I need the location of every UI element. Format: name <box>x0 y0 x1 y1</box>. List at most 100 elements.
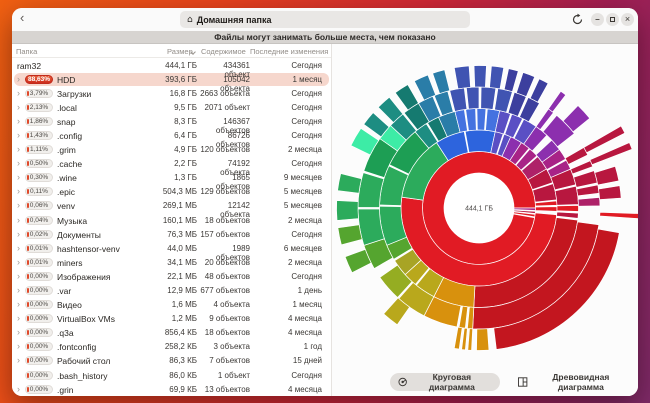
table-row[interactable]: ›0,00%Рабочий стол86,3 КБ7 объектов15 дн… <box>12 354 331 368</box>
chart-segment[interactable] <box>599 186 622 200</box>
chart-segment[interactable] <box>474 66 486 88</box>
chart-segment[interactable] <box>465 130 495 153</box>
chart-segment[interactable] <box>516 72 534 96</box>
table-row[interactable]: ›0,00%Видео1,6 МБ4 объекта1 месяц <box>12 298 331 312</box>
table-row[interactable]: ›0,30%.wine1,3 ГБ1865 объектов9 месяцев <box>12 171 331 185</box>
chart-segment[interactable] <box>466 87 479 109</box>
chart-segment[interactable] <box>433 70 450 94</box>
chart-segment[interactable] <box>414 75 435 100</box>
table-row[interactable]: ›0,00%VirtualBox VMs1,2 МБ9 объектов4 ме… <box>12 312 331 326</box>
rings-chart-button[interactable]: Круговая диаграмма <box>390 373 500 391</box>
row-expander-icon[interactable]: › <box>17 172 20 183</box>
table-row[interactable]: ›0,50%.cache2,2 ГБ74192 объектаСегодня <box>12 157 331 171</box>
location-button[interactable]: ⌂ Домашняя папка <box>180 11 470 28</box>
chart-segment[interactable] <box>595 166 619 185</box>
row-expander-icon[interactable]: › <box>17 384 20 395</box>
table-row[interactable]: ›0,11%.epic504,3 МБ129 объектов5 месяцев <box>12 185 331 199</box>
table-row[interactable]: ›0,06%venv269,1 МБ12142 объекта5 месяцев <box>12 199 331 213</box>
row-expander-icon[interactable]: › <box>17 144 20 155</box>
chart-segment[interactable] <box>504 69 518 92</box>
table-row[interactable]: ›1,86%snap8,3 ГБ146367 объектовСегодня <box>12 114 331 128</box>
row-folder-name: .bash_history <box>57 371 108 381</box>
minimize-button[interactable]: – <box>591 13 604 26</box>
table-row[interactable]: ram32444,1 ГБ434361 объектСегодня <box>12 58 331 72</box>
row-percent-badge: 1,43% <box>25 131 53 140</box>
close-button[interactable]: × <box>621 13 634 26</box>
chart-segment[interactable] <box>490 66 504 89</box>
row-expander-icon[interactable]: › <box>17 88 20 99</box>
column-header-contents[interactable]: Содержимое <box>201 47 246 56</box>
chart-segment[interactable] <box>574 171 598 188</box>
table-row[interactable]: ›0,02%Документы76,3 МБ157 объектовСегодн… <box>12 227 331 241</box>
table-row[interactable]: ›0,01%miners34,1 МБ20 объектов2 месяца <box>12 255 331 269</box>
row-expander-icon[interactable]: › <box>17 355 20 366</box>
treemap-chart-button[interactable]: Древовидная диаграмма <box>510 373 638 391</box>
row-modified: 15 дней <box>252 356 322 365</box>
refresh-button[interactable] <box>571 13 584 26</box>
row-expander-icon[interactable]: › <box>17 257 20 268</box>
chart-segment[interactable] <box>454 327 462 349</box>
row-expander-icon[interactable]: › <box>17 116 20 127</box>
row-expander-icon[interactable]: › <box>17 243 20 254</box>
table-row[interactable]: ›2,13%.local9,5 ГБ2071 объектСегодня <box>12 100 331 114</box>
chart-segment[interactable] <box>477 108 486 130</box>
chart-segment[interactable] <box>358 173 384 208</box>
chart-segment[interactable] <box>565 148 588 165</box>
table-row[interactable]: ›0,04%Музыка160,1 МБ18 объектов2 месяца <box>12 213 331 227</box>
row-size: 1,6 МБ <box>137 300 197 309</box>
table-row[interactable]: ›1,43%.config6,4 ГБ86726 объектовСегодня <box>12 128 331 142</box>
chart-segment[interactable] <box>557 212 579 218</box>
row-expander-icon[interactable]: › <box>17 285 20 296</box>
row-expander-icon[interactable]: › <box>17 299 20 310</box>
table-row[interactable]: ›0,00%.var12,9 МБ677 объектов1 день <box>12 284 331 298</box>
table-row[interactable]: ›88,63%HDD393,6 ГБ105042 объекта1 месяц <box>12 72 331 86</box>
table-row[interactable]: ›0,00%Изображения22,1 МБ48 объектовСегод… <box>12 269 331 283</box>
percent-bar <box>27 344 29 349</box>
row-expander-icon[interactable]: › <box>17 271 20 282</box>
chart-segment[interactable] <box>578 197 600 206</box>
table-row[interactable]: ›0,00%.grin69,9 КБ13 объектов4 месяца <box>12 382 331 396</box>
chart-segment[interactable] <box>338 225 362 245</box>
row-size: 504,3 МБ <box>137 187 197 196</box>
row-expander-icon[interactable]: › <box>17 74 20 85</box>
row-contents: 120 объектов <box>200 145 250 154</box>
row-expander-icon[interactable]: › <box>17 341 20 352</box>
table-row[interactable]: ›3,79%Загрузки16,8 ГБ2663 объектаСегодня <box>12 86 331 100</box>
chart-segment[interactable] <box>338 174 362 194</box>
chart-segment[interactable] <box>337 201 359 221</box>
row-expander-icon[interactable]: › <box>17 186 20 197</box>
table-row[interactable]: ›0,00%.fontconfig258,2 КБ3 объекта1 год <box>12 340 331 354</box>
row-modified: Сегодня <box>252 371 322 380</box>
chart-segment[interactable] <box>530 79 548 102</box>
column-header-folder[interactable]: Папка <box>16 47 37 56</box>
row-expander-icon[interactable]: › <box>17 130 20 141</box>
chart-segment[interactable] <box>467 307 473 329</box>
column-header-modified[interactable]: Последние изменения <box>250 47 328 56</box>
row-expander-icon[interactable]: › <box>17 215 20 226</box>
chart-segment[interactable] <box>462 328 468 350</box>
table-row[interactable]: ›0,00%.q3a856,4 КБ18 объектов4 месяца <box>12 326 331 340</box>
back-button[interactable]: ‹ <box>20 10 24 25</box>
table-row[interactable]: 0,00%.bash_history86,0 КБ1 объектСегодня <box>12 368 331 382</box>
chart-segment[interactable] <box>481 87 496 109</box>
table-row[interactable]: ›1,11%.grim4,9 ГБ120 объектов2 месяца <box>12 143 331 157</box>
chart-segment[interactable] <box>454 66 470 89</box>
row-expander-icon[interactable]: › <box>17 229 20 240</box>
maximize-button[interactable] <box>606 13 619 26</box>
row-expander-icon[interactable]: › <box>17 327 20 338</box>
chart-segment[interactable] <box>600 212 638 219</box>
chart-segment[interactable] <box>468 329 473 351</box>
row-expander-icon[interactable]: › <box>17 158 20 169</box>
table-row[interactable]: ›0,01%hashtensor-venv44,0 МБ1989 объекто… <box>12 241 331 255</box>
row-percent-badge: 0,00% <box>25 286 53 295</box>
row-expander-icon[interactable]: › <box>17 200 20 211</box>
row-modified: 2 месяца <box>252 145 322 154</box>
row-expander-icon[interactable]: › <box>17 313 20 324</box>
chart-segment[interactable] <box>548 91 565 112</box>
row-expander-icon[interactable]: › <box>17 102 20 113</box>
chart-segment[interactable] <box>535 207 557 212</box>
percent-bar <box>27 218 29 223</box>
row-modified: 1 месяц <box>252 75 322 84</box>
chart-segment[interactable] <box>477 329 489 351</box>
chart-segment[interactable] <box>557 205 579 211</box>
